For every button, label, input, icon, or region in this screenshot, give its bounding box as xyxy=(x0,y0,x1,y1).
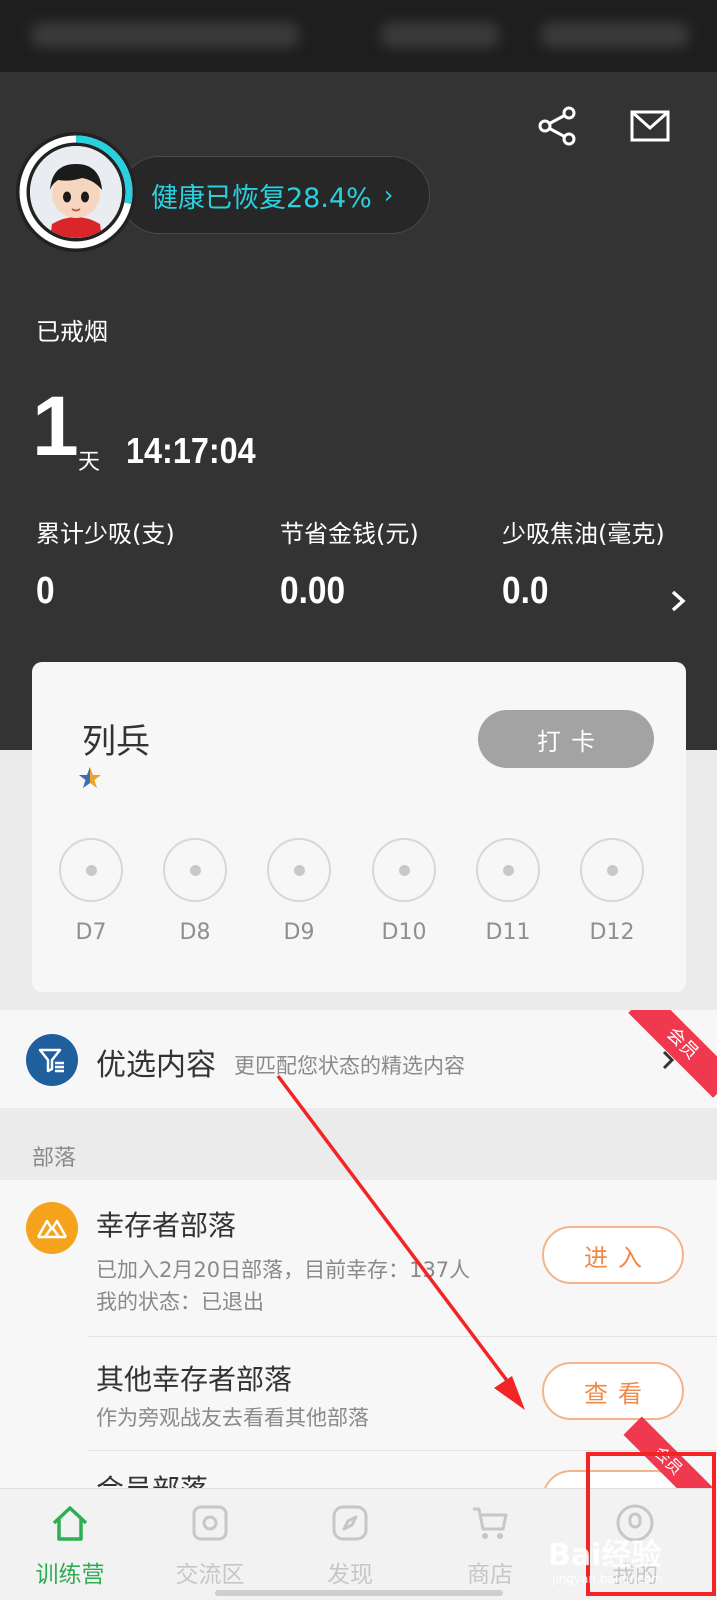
watermark-url: jingyan.baidu.com xyxy=(552,1572,663,1586)
watermark: Bai经验 xyxy=(548,1538,662,1573)
annotation-arrow xyxy=(276,1074,525,1410)
